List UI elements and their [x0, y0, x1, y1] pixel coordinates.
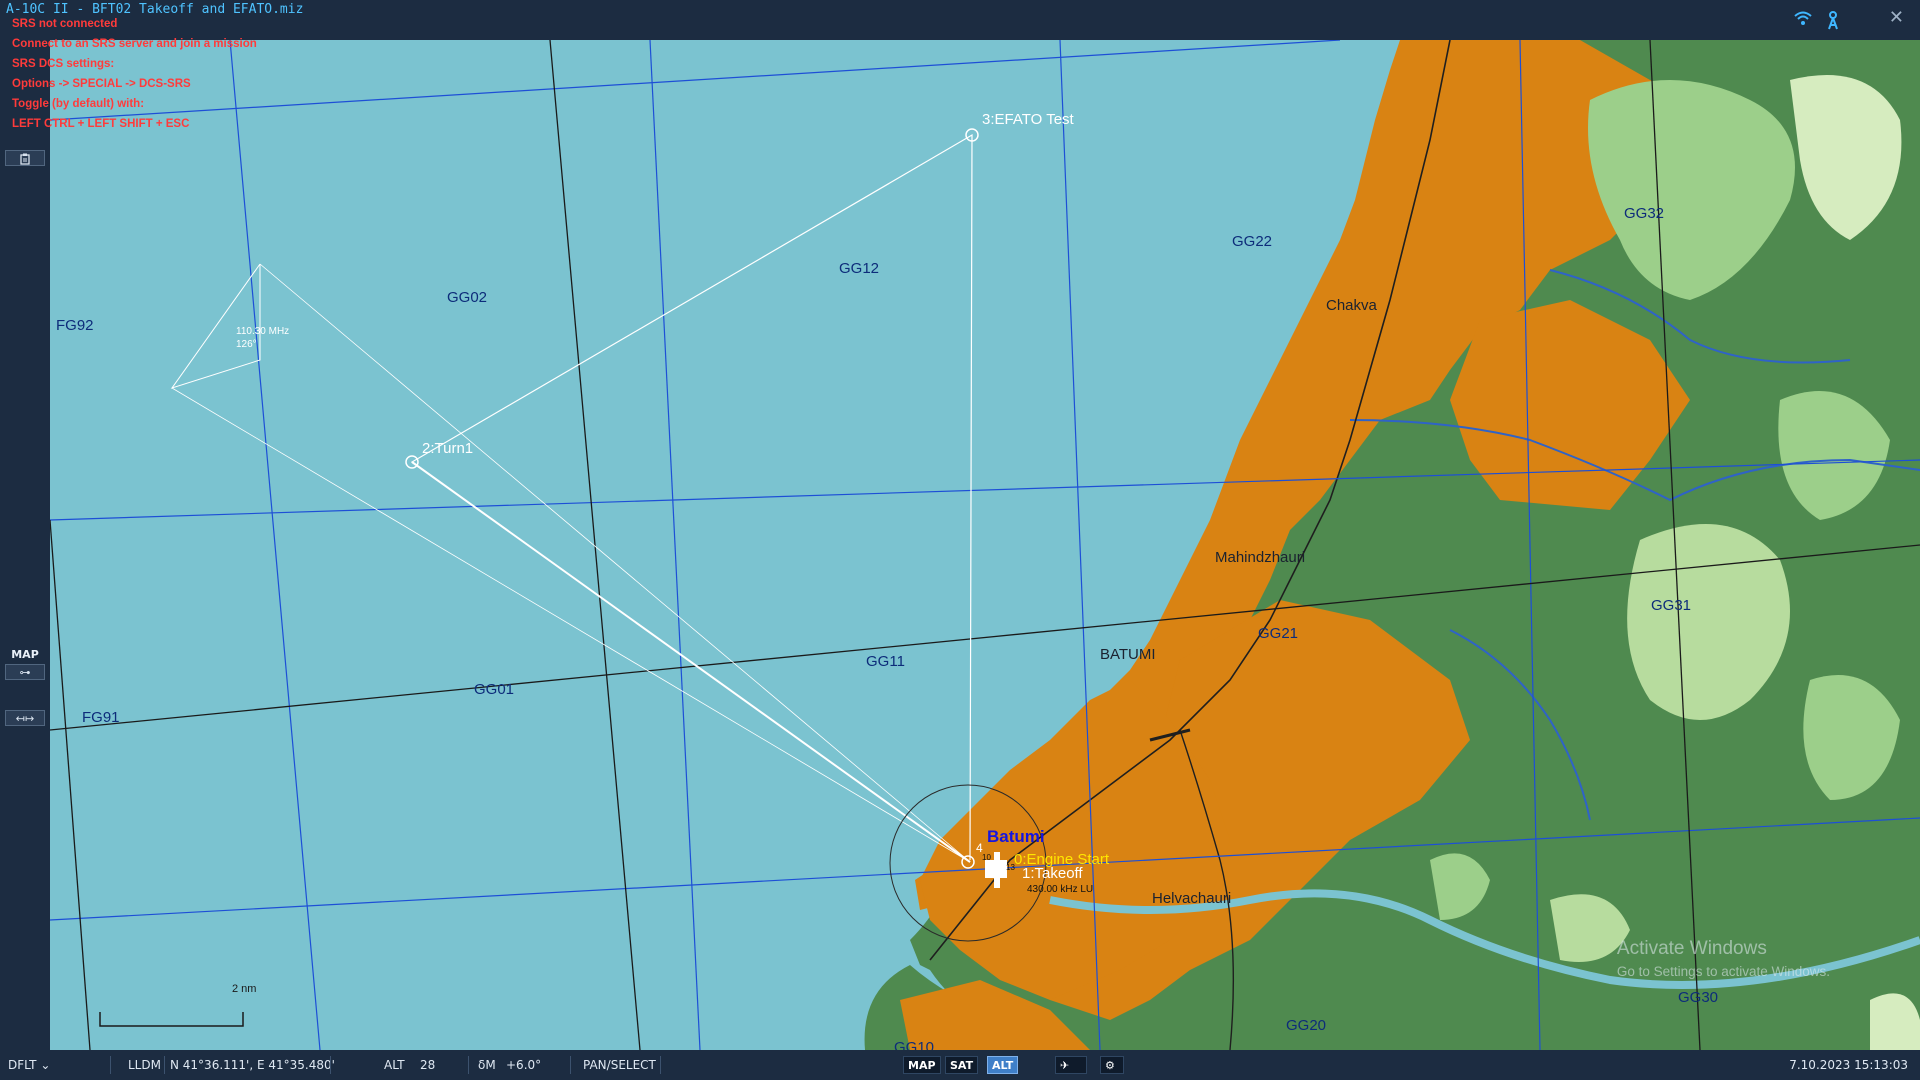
close-button[interactable]: ✕: [1889, 8, 1904, 28]
airfield-beacon: 430.00 kHz LU: [1027, 884, 1093, 895]
place-label: Helvachauri: [1152, 890, 1231, 907]
runway-label: 13: [1006, 863, 1015, 872]
watermark-subtitle: Go to Settings to activate Windows.: [1616, 964, 1830, 979]
map-view-button[interactable]: MAP: [903, 1056, 941, 1074]
srs-notice: SRS not connected Connect to an SRS serv…: [12, 14, 257, 134]
dm-label: δM: [478, 1058, 496, 1072]
separator: [164, 1056, 165, 1074]
grid-label: GG22: [1232, 233, 1272, 250]
title-bar: A-10C II - BFT02 Takeoff and EFATO.miz ✕: [0, 0, 1920, 40]
sat-view-button[interactable]: SAT: [945, 1056, 979, 1074]
waypoint-label: 3:EFATO Test: [982, 111, 1075, 128]
grid-label: GG21: [1258, 625, 1298, 642]
profile-selector[interactable]: DFLT ⌄: [8, 1058, 50, 1072]
alt-label: ALT: [384, 1058, 405, 1072]
place-label: Chakva: [1326, 297, 1378, 314]
status-bar: DFLT ⌄ LLDM N 41°36.111', E 41°35.480' A…: [0, 1050, 1920, 1080]
map-mode-label: MAP: [11, 648, 39, 661]
settings-button[interactable]: ⚙: [1100, 1056, 1124, 1074]
separator: [660, 1056, 661, 1074]
grid-label: GG20: [1286, 1017, 1326, 1034]
separator: [570, 1056, 571, 1074]
clipboard-button[interactable]: [5, 150, 45, 166]
map-viewport[interactable]: FG92 GG02 GG12 GG22 GG32 FG91 GG01 GG11 …: [50, 40, 1920, 1050]
grid-label: GG31: [1651, 597, 1691, 614]
grid-label: FG91: [82, 709, 120, 726]
datetime: 7.10.2023 15:13:03: [1789, 1058, 1908, 1072]
antenna-icon[interactable]: [1822, 10, 1844, 30]
dm-value: +6.0°: [506, 1058, 542, 1072]
grid-label: GG01: [474, 681, 514, 698]
left-toolbar: MAP ⊶ ↤↦ ⏻: [0, 40, 50, 1078]
activation-watermark: Activate Windows Go to Settings to activ…: [1617, 938, 1830, 979]
nav-aid-bearing: 126°: [236, 339, 257, 350]
scale-bar: [99, 1012, 244, 1027]
grid-label: GG11: [866, 653, 905, 670]
place-label: Mahindzhauri: [1215, 549, 1305, 566]
separator: [110, 1056, 111, 1074]
mode-indicator: PAN/SELECT: [583, 1058, 656, 1072]
gear-icon: ⚙: [1105, 1059, 1115, 1072]
grid-label: GG30: [1678, 989, 1718, 1006]
srs-line: Connect to an SRS server and join a miss…: [12, 38, 257, 50]
airplane-icon: ✈: [1060, 1059, 1070, 1072]
clipboard-icon: [20, 153, 30, 165]
coord-mode[interactable]: LLDM: [128, 1058, 161, 1072]
airplane-button[interactable]: ✈: [1055, 1056, 1087, 1074]
watermark-title: Activate Windows: [1616, 938, 1767, 959]
ruler-button[interactable]: ↤↦: [5, 710, 45, 726]
nav-aid-freq: 110.30 MHz: [236, 326, 289, 337]
map-key-button[interactable]: ⊶: [5, 664, 45, 680]
grid-label: GG32: [1624, 205, 1664, 222]
alt-value: 28: [420, 1058, 436, 1072]
separator: [468, 1056, 469, 1074]
wifi-icon[interactable]: [1792, 10, 1814, 30]
srs-line: SRS DCS settings:: [12, 58, 115, 70]
srs-line: SRS not connected: [12, 18, 118, 30]
srs-line: Toggle (by default) with:: [12, 98, 145, 110]
map-canvas[interactable]: FG92 GG02 GG12 GG22 GG32 FG91 GG01 GG11 …: [50, 40, 1920, 1050]
grid-label: GG02: [447, 289, 487, 306]
alt-view-button[interactable]: ALT: [987, 1056, 1019, 1074]
separator: [330, 1056, 331, 1074]
place-label: BATUMI: [1100, 646, 1156, 663]
srs-line: LEFT CTRL + LEFT SHIFT + ESC: [12, 118, 190, 130]
airfield-elevation: 10: [982, 853, 991, 862]
srs-line: Options -> SPECIAL -> DCS-SRS: [12, 78, 191, 90]
waypoint-label: 0:Engine Start: [1014, 851, 1110, 868]
scale-label: 2 nm: [232, 983, 256, 995]
grid-label: GG12: [839, 260, 879, 277]
cursor-coords: N 41°36.111', E 41°35.480': [170, 1058, 335, 1072]
grid-label: FG92: [56, 317, 94, 334]
profile-value: DFLT: [8, 1058, 37, 1072]
grid-label: GG10: [894, 1039, 934, 1050]
flight-plan: [170, 128, 1047, 942]
waypoint-label: 2:Turn1: [422, 440, 473, 457]
airfield-name[interactable]: Batumi: [987, 827, 1045, 846]
chevron-down-icon: ⌄: [40, 1058, 51, 1072]
